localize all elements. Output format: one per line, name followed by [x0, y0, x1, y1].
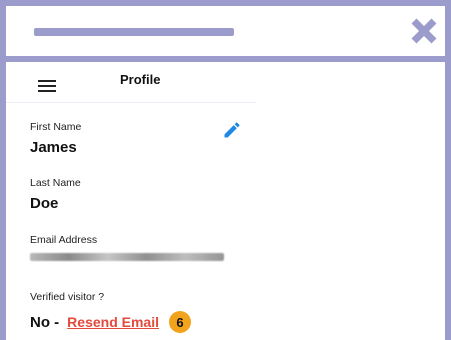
window-titlebar: [6, 6, 445, 62]
first-name-label: First Name: [30, 121, 82, 133]
step-number-badge: 6: [169, 311, 191, 333]
email-value-blurred: [30, 253, 224, 261]
app-bar: Profile: [6, 62, 256, 103]
first-name-value: James: [30, 139, 77, 156]
email-label: Email Address: [30, 234, 98, 246]
edit-pencil-icon[interactable]: [222, 120, 242, 140]
window-title-placeholder: [34, 28, 234, 36]
verified-value: No -: [30, 313, 60, 331]
verified-row: No - Resend Email 6: [30, 311, 191, 333]
hamburger-menu-icon[interactable]: [38, 80, 56, 94]
page-title: Profile: [120, 72, 161, 87]
last-name-value: Doe: [30, 195, 59, 212]
resend-email-link[interactable]: Resend Email: [67, 314, 159, 330]
close-icon[interactable]: [409, 16, 439, 46]
profile-page: Profile First Name James Last Name Doe E…: [6, 62, 445, 340]
last-name-label: Last Name: [30, 177, 81, 189]
verified-label: Verified visitor ?: [30, 291, 105, 303]
